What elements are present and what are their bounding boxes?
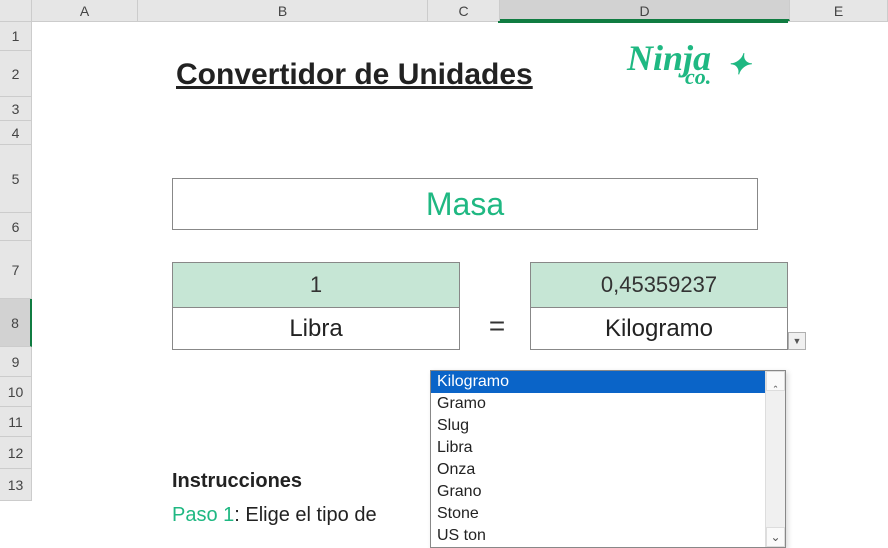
row-header-13[interactable]: 13: [0, 469, 32, 501]
dropdown-option[interactable]: Grano: [431, 481, 765, 503]
step-label: Paso 1: [172, 504, 234, 526]
dropdown-option[interactable]: US ton: [431, 525, 765, 547]
col-header-A[interactable]: A: [32, 0, 138, 21]
logo-sub: co.: [685, 66, 711, 88]
output-value-cell[interactable]: 0,45359237: [530, 262, 788, 308]
row-header-2[interactable]: 2: [0, 51, 32, 97]
input-value-cell[interactable]: 1: [172, 262, 460, 308]
category-cell[interactable]: Masa: [172, 178, 758, 230]
row-header-1[interactable]: 1: [0, 22, 32, 51]
row-header-3[interactable]: 3: [0, 97, 32, 121]
chevron-down-icon: ▼: [793, 336, 802, 346]
page-title: Convertidor de Unidades: [176, 58, 533, 92]
sparkle-icon: ✦: [727, 52, 750, 80]
scroll-up-button[interactable]: ꞈ: [766, 371, 785, 391]
column-headers: A B C D E: [0, 0, 888, 22]
row-headers: 1 2 3 4 5 6 7 8 9 10 11 12 13: [0, 22, 32, 501]
logo: Ninja co. ✦: [627, 40, 711, 76]
input-unit-cell[interactable]: Libra: [172, 308, 460, 350]
chevron-down-icon: ⌄: [770, 530, 780, 544]
dropdown-option[interactable]: Stone: [431, 503, 765, 525]
dropdown-option[interactable]: Kilogramo: [431, 371, 765, 393]
step-text: Elige el tipo de: [245, 504, 376, 526]
row-header-7[interactable]: 7: [0, 241, 32, 299]
row-header-11[interactable]: 11: [0, 407, 32, 437]
instructions-heading: Instrucciones: [172, 470, 302, 493]
row-header-9[interactable]: 9: [0, 347, 32, 377]
dropdown-list: Kilogramo Gramo Slug Libra Onza Grano St…: [431, 371, 765, 547]
dropdown-option[interactable]: Libra: [431, 437, 765, 459]
scroll-down-button[interactable]: ⌄: [766, 527, 785, 547]
chevron-up-icon: ꞈ: [774, 374, 778, 388]
row-header-6[interactable]: 6: [0, 213, 32, 241]
row-header-10[interactable]: 10: [0, 377, 32, 407]
row-header-12[interactable]: 12: [0, 437, 32, 469]
dropdown-option[interactable]: Slug: [431, 415, 765, 437]
col-header-B[interactable]: B: [138, 0, 428, 21]
row-header-5[interactable]: 5: [0, 145, 32, 213]
dropdown-scrollbar[interactable]: ꞈ ⌄: [765, 371, 785, 547]
dropdown-toggle[interactable]: ▼: [788, 332, 806, 350]
dropdown-option[interactable]: Onza: [431, 459, 765, 481]
step-sep: :: [234, 504, 245, 526]
col-header-E[interactable]: E: [790, 0, 888, 21]
output-unit-cell[interactable]: Kilogramo: [530, 308, 788, 350]
row-header-8[interactable]: 8: [0, 299, 32, 347]
col-header-D[interactable]: D: [500, 0, 790, 21]
equals-label: =: [464, 310, 530, 342]
unit-dropdown[interactable]: Kilogramo Gramo Slug Libra Onza Grano St…: [430, 370, 786, 548]
row-header-4[interactable]: 4: [0, 121, 32, 145]
instructions-step-1: Paso 1: Elige el tipo de: [172, 504, 377, 527]
col-header-C[interactable]: C: [428, 0, 500, 21]
selected-col-marker: [498, 21, 788, 23]
sheet-content[interactable]: Convertidor de Unidades Ninja co. ✦ Masa…: [32, 22, 888, 501]
dropdown-option[interactable]: Gramo: [431, 393, 765, 415]
select-all-corner[interactable]: [0, 0, 32, 21]
